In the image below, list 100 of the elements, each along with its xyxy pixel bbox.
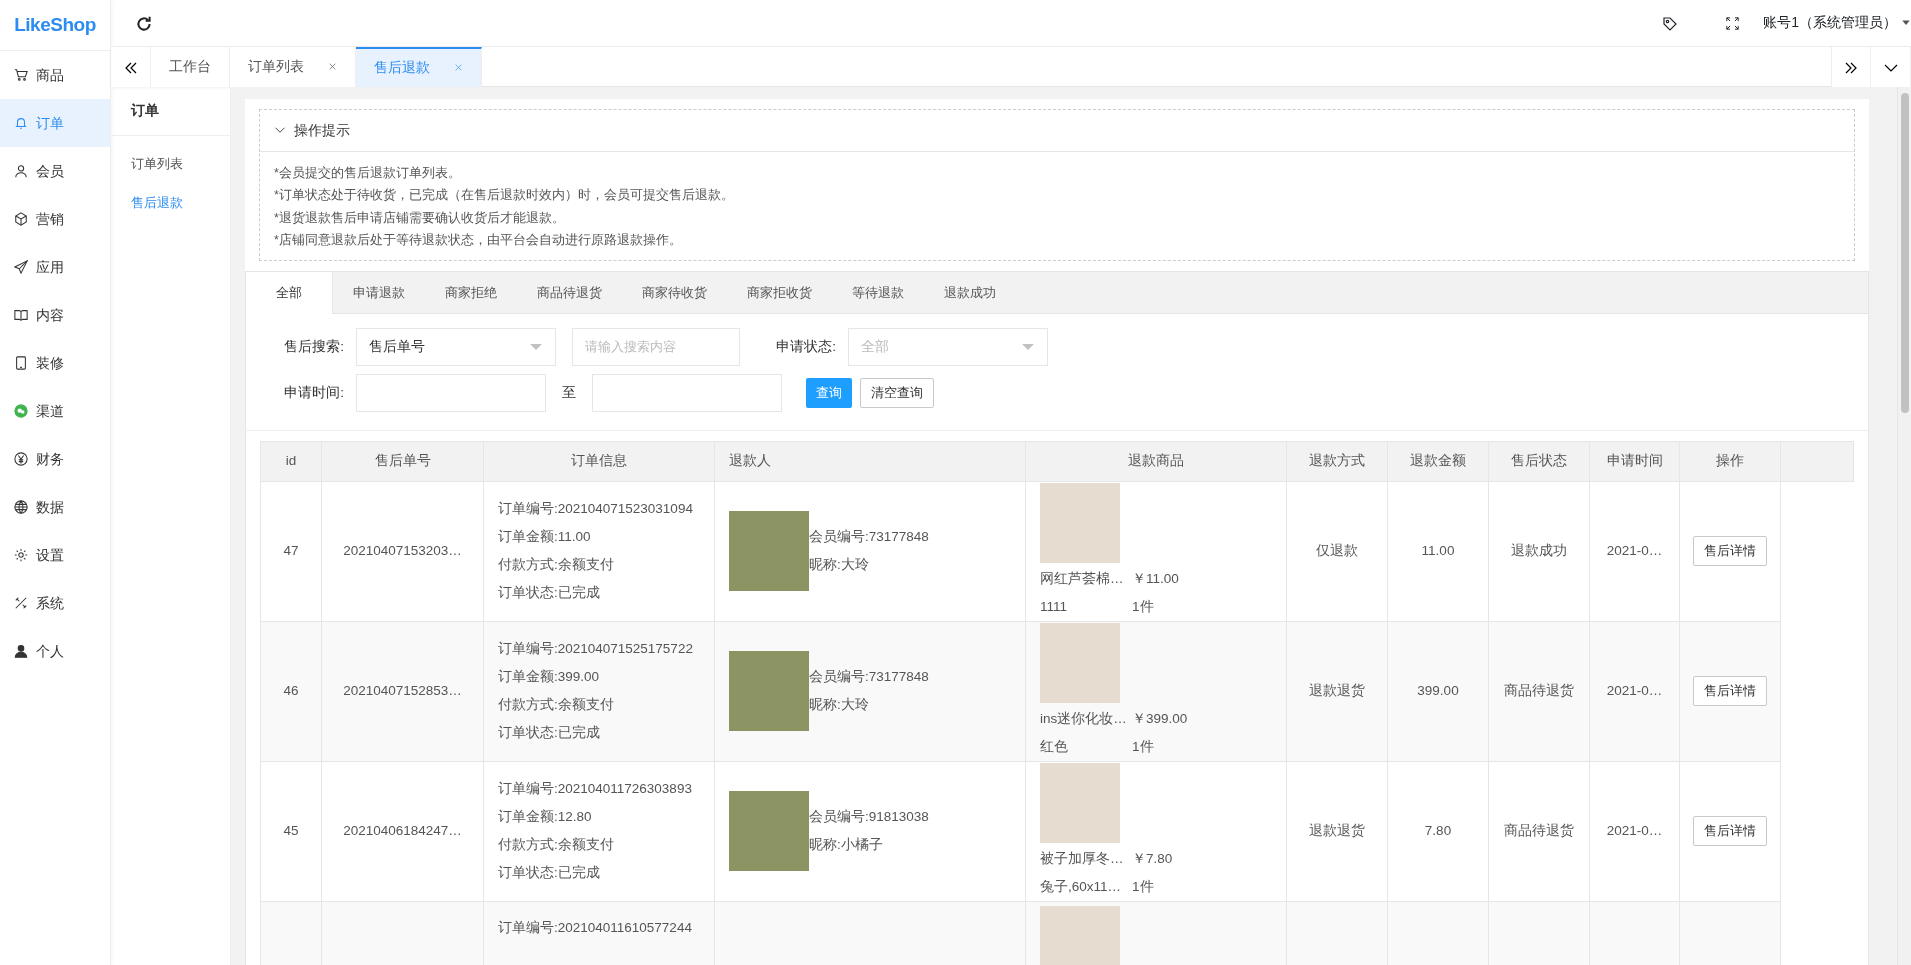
order-info-text: 付款方式:余额支付: [498, 836, 615, 855]
yen-icon: [14, 452, 28, 466]
clear-query-button[interactable]: 清空查询: [860, 377, 934, 408]
tablet-icon: [14, 356, 28, 370]
member-number-text: 会员编号:91813038: [809, 808, 929, 827]
table-cell: 仅退款: [1286, 481, 1388, 622]
column-header: 退款商品: [1025, 441, 1287, 482]
user-silhouette-icon: [14, 644, 28, 658]
status-tab[interactable]: 商家待收货: [622, 271, 727, 314]
product-price-text: ￥7.80: [1132, 850, 1174, 869]
status-tab[interactable]: 等待退款: [832, 271, 924, 314]
column-header: 退款人: [714, 441, 1026, 482]
table-cell: 47: [260, 481, 322, 622]
notice-text: *店铺同意退款后处于等待退款状态，由平台会自动进行原路退款操作。: [274, 232, 683, 250]
sidebar-item[interactable]: 商品: [0, 51, 110, 99]
table-cell: 2021-0…: [1589, 761, 1680, 902]
table-cell: 20210407152853…: [321, 621, 484, 762]
sidebar-item[interactable]: 设置: [0, 531, 110, 579]
keyword-input-field[interactable]: 请输入搜索内容: [572, 327, 740, 366]
scrollbar-drawing[interactable]: [1897, 86, 1911, 965]
status-tab[interactable]: 商家拒收货: [727, 271, 832, 314]
end-date-field[interactable]: [592, 373, 782, 412]
table-cell: 2021-0…: [1589, 481, 1680, 622]
product-name-text: 被子加厚冬…: [1040, 850, 1125, 869]
scroll-right-button[interactable]: [1831, 46, 1871, 87]
table-cell: 20210406184247…: [321, 761, 484, 902]
table-cell: 11.00: [1387, 481, 1489, 622]
column-header: 订单信息: [483, 441, 715, 482]
book-icon: [14, 308, 28, 322]
product-name-text: 网红芦荟棉…: [1040, 570, 1125, 589]
status-tab[interactable]: 全部: [246, 271, 333, 314]
sidebar-item[interactable]: 装修: [0, 339, 110, 387]
table-cell: 商品待退货: [1488, 761, 1590, 902]
order-info-text: 订单状态:已完成: [498, 864, 601, 883]
status-tab[interactable]: 商品待退货: [517, 271, 622, 314]
table-cell: 46: [260, 621, 322, 762]
status-tab[interactable]: 商家拒绝: [425, 271, 517, 314]
page-tab[interactable]: 订单列表: [230, 46, 356, 87]
column-header: 退款方式: [1286, 441, 1388, 482]
column-header: 申请时间: [1589, 441, 1680, 482]
notice-text: *会员提交的售后退款订单列表。: [274, 164, 462, 182]
sidebar-item[interactable]: 数据: [0, 483, 110, 531]
gear-icon: [14, 548, 28, 562]
table-cell: 退款成功: [1488, 481, 1590, 622]
tab-menu-button[interactable]: [1871, 46, 1911, 87]
order-info-text: 订单编号:202104071525175722: [498, 640, 694, 659]
account-menu[interactable]: 账号1（系统管理员）: [1763, 12, 1911, 34]
detail-button[interactable]: 售后详情: [1693, 676, 1767, 707]
bell-icon: [14, 116, 28, 130]
column-header: 售后状态: [1488, 441, 1590, 482]
product-qty-text: 1件: [1132, 598, 1155, 617]
order-info-text: 订单状态:已完成: [498, 724, 601, 743]
table-cell: 商品待退货: [1488, 621, 1590, 762]
nickname-text: 昵称:大玲: [809, 696, 870, 715]
product-spec-text: 1111: [1040, 598, 1069, 617]
scroll-left-button[interactable]: [111, 46, 151, 87]
sidebar-item[interactable]: 渠道: [0, 387, 110, 435]
order-info-text: 订单编号:202104011610577244: [498, 918, 693, 937]
caret-icon: [529, 341, 543, 352]
status-tab[interactable]: 退款成功: [924, 271, 1016, 314]
column-header: 售后单号: [321, 441, 484, 482]
table-cell: 45: [260, 761, 322, 902]
subnav-item[interactable]: 售后退款: [111, 183, 230, 223]
field-label: 申请时间:: [283, 383, 345, 402]
sidebar-item[interactable]: 内容: [0, 291, 110, 339]
sidebar-item[interactable]: 个人: [0, 627, 110, 675]
sidebar-item[interactable]: 会员: [0, 147, 110, 195]
sidebar-item[interactable]: 应用: [0, 243, 110, 291]
order-info-text: 付款方式:余额支付: [498, 556, 615, 575]
cube-icon: [14, 212, 28, 226]
product-qty-text: 1件: [1132, 738, 1155, 757]
chat-bubbles-icon: [14, 404, 28, 418]
search-type-select[interactable]: 售后单号: [356, 327, 556, 366]
table-cell: 2021-0…: [1589, 621, 1680, 762]
tools-icon: [14, 596, 28, 610]
sidebar-item[interactable]: 财务: [0, 435, 110, 483]
sidebar-item[interactable]: 营销: [0, 195, 110, 243]
order-info-text: 付款方式:余额支付: [498, 696, 615, 715]
page-tab[interactable]: 工作台: [151, 46, 230, 87]
detail-button[interactable]: 售后详情: [1693, 536, 1767, 567]
product-price-text: ￥399.00: [1132, 710, 1189, 729]
table-cell: 退款退货: [1286, 621, 1388, 762]
product-spec-text: 兔子,60x11…: [1040, 878, 1123, 897]
sidebar-item[interactable]: 系统: [0, 579, 110, 627]
field-label: 申请状态:: [775, 337, 837, 356]
order-info-text: 订单编号:202104071523031094: [498, 500, 694, 519]
cart-icon: [14, 68, 28, 82]
nickname-text: 昵称:小橘子: [809, 836, 884, 855]
refresh-icon: [135, 14, 153, 33]
subnav-item[interactable]: 订单列表: [111, 143, 230, 184]
nickname-text: 昵称:大玲: [809, 556, 870, 575]
subnav-title: 订单: [111, 86, 230, 136]
column-header: 操作: [1679, 441, 1781, 482]
column-header: id: [260, 441, 322, 482]
detail-button[interactable]: 售后详情: [1693, 816, 1767, 847]
paper-plane-icon: [14, 260, 28, 274]
table-cell: 7.80: [1387, 761, 1489, 902]
status-tab[interactable]: 申请退款: [333, 271, 425, 314]
start-date-field[interactable]: [356, 373, 546, 412]
product-price-text: ￥11.00: [1132, 570, 1180, 589]
